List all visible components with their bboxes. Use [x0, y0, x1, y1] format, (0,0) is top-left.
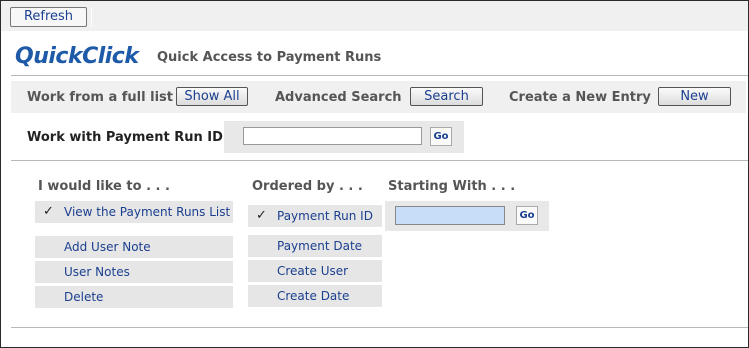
- order-label: Create User: [277, 264, 349, 278]
- action-column-header: I would like to . . .: [38, 179, 170, 194]
- order-create-user[interactable]: Create User: [248, 260, 382, 282]
- order-label: Payment Date: [277, 239, 363, 253]
- order-label: Create Date: [277, 289, 350, 303]
- order-label: Payment Run ID: [277, 209, 373, 223]
- action-user-notes[interactable]: User Notes: [35, 261, 233, 283]
- payment-run-id-input[interactable]: [243, 127, 422, 145]
- action-label: View the Payment Runs List: [64, 205, 231, 219]
- action-view-payment-runs-list[interactable]: ✓ View the Payment Runs List: [35, 201, 233, 223]
- refresh-button-label: Refresh: [23, 9, 74, 24]
- footer-divider: [11, 327, 748, 328]
- order-column-header: Ordered by . . .: [252, 179, 363, 194]
- toolbar-divider: [91, 7, 92, 27]
- checkmark-icon: ✓: [256, 208, 267, 223]
- page-subtitle: Quick Access to Payment Runs: [157, 50, 382, 65]
- order-payment-run-id[interactable]: ✓ Payment Run ID: [248, 205, 382, 227]
- show-all-button[interactable]: Show All: [176, 87, 248, 106]
- action-label: User Notes: [64, 265, 130, 279]
- toolbar: [1, 1, 748, 31]
- header-divider: [11, 75, 748, 76]
- payment-run-id-go-button[interactable]: Go: [430, 127, 452, 146]
- order-create-date[interactable]: Create Date: [248, 285, 382, 307]
- action-add-user-note[interactable]: Add User Note: [35, 236, 233, 258]
- payment-run-id-label: Work with Payment Run ID: [27, 130, 223, 145]
- quickclick-logo: QuickClick: [15, 44, 139, 69]
- starting-with-input[interactable]: [395, 206, 505, 225]
- action-delete[interactable]: Delete: [35, 286, 233, 308]
- id-divider: [11, 160, 748, 161]
- action-label: Add User Note: [64, 240, 151, 254]
- order-payment-date[interactable]: Payment Date: [248, 235, 382, 257]
- refresh-button[interactable]: Refresh: [10, 7, 87, 27]
- action-label: Delete: [64, 290, 104, 304]
- search-button[interactable]: Search: [410, 87, 483, 106]
- new-entry-label: Create a New Entry: [509, 90, 651, 105]
- full-list-label: Work from a full list: [27, 90, 173, 105]
- starting-with-go-button[interactable]: Go: [516, 206, 538, 225]
- new-button[interactable]: New: [658, 87, 731, 106]
- start-column-header: Starting With . . .: [388, 179, 516, 194]
- advanced-search-label: Advanced Search: [275, 90, 402, 105]
- checkmark-icon: ✓: [43, 204, 54, 219]
